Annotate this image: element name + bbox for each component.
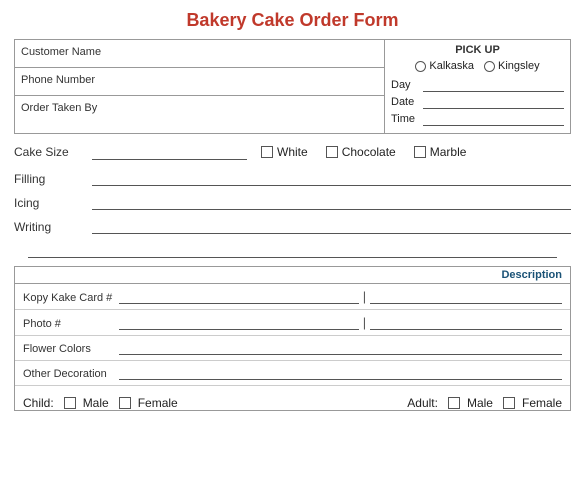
flower-colors-label: Flower Colors	[23, 343, 113, 355]
phone-number-label: Phone Number	[21, 74, 95, 86]
filling-label: Filling	[14, 172, 84, 186]
flower-colors-row: Flower Colors	[15, 336, 570, 361]
top-section: Customer Name Phone Number Order Taken B…	[14, 39, 571, 134]
chocolate-option[interactable]: Chocolate	[326, 145, 396, 159]
kingsley-option[interactable]: Kingsley	[484, 60, 540, 72]
other-deco-label: Other Decoration	[23, 368, 113, 380]
filling-input[interactable]	[92, 170, 571, 186]
date-label: Date	[391, 96, 423, 108]
photo-row: Photo # |	[15, 310, 570, 336]
other-deco-input[interactable]	[119, 366, 562, 380]
kopy-kake-input-left[interactable]	[119, 290, 359, 304]
adult-female-label: Female	[522, 396, 562, 410]
adult-male-checkbox[interactable]	[448, 397, 460, 409]
white-label: White	[277, 145, 308, 159]
top-left-fields: Customer Name Phone Number Order Taken B…	[15, 40, 385, 133]
time-field-row: Time	[391, 112, 564, 126]
writing-label: Writing	[14, 220, 84, 234]
adult-label: Adult:	[407, 396, 438, 410]
order-taken-row: Order Taken By	[15, 96, 384, 124]
time-input[interactable]	[423, 112, 564, 126]
marble-checkbox[interactable]	[414, 146, 426, 158]
cake-size-input[interactable]	[92, 144, 247, 160]
top-right-pickup: PICK UP Kalkaska Kingsley Day Date	[385, 40, 570, 133]
bottom-checkbox-row: Child: Male Female Adult: Male Female	[15, 390, 570, 410]
adult-male-label: Male	[467, 396, 493, 410]
flower-colors-input[interactable]	[119, 341, 562, 355]
kalkaska-radio[interactable]	[415, 61, 426, 72]
pickup-title: PICK UP	[391, 44, 564, 56]
day-label: Day	[391, 79, 423, 91]
cake-size-row: Cake Size White Chocolate Marble	[14, 144, 571, 160]
kopy-kake-input-right[interactable]	[370, 290, 562, 304]
date-input[interactable]	[423, 95, 564, 109]
white-option[interactable]: White	[261, 145, 308, 159]
kalkaska-label: Kalkaska	[429, 60, 474, 72]
child-label: Child:	[23, 396, 54, 410]
kopy-kake-row: Kopy Kake Card # |	[15, 284, 570, 310]
other-deco-row: Other Decoration	[15, 361, 570, 386]
cake-size-label: Cake Size	[14, 145, 84, 159]
time-label: Time	[391, 113, 423, 125]
pickup-locations: Kalkaska Kingsley	[391, 60, 564, 72]
white-checkbox[interactable]	[261, 146, 273, 158]
chocolate-checkbox[interactable]	[326, 146, 338, 158]
icing-label: Icing	[14, 196, 84, 210]
writing-extra-input[interactable]	[28, 242, 557, 258]
description-section: Description Kopy Kake Card # | Photo # |…	[14, 266, 571, 411]
filling-row: Filling	[14, 170, 571, 186]
child-male-option[interactable]: Male	[64, 396, 109, 410]
chocolate-label: Chocolate	[342, 145, 396, 159]
adult-male-option[interactable]: Male	[448, 396, 493, 410]
child-male-label: Male	[83, 396, 109, 410]
form-title: Bakery Cake Order Form	[14, 10, 571, 31]
kopy-divider: |	[363, 289, 366, 304]
kingsley-label: Kingsley	[498, 60, 540, 72]
order-taken-label: Order Taken By	[21, 102, 97, 114]
customer-name-row: Customer Name	[15, 40, 384, 68]
phone-number-row: Phone Number	[15, 68, 384, 96]
child-female-checkbox[interactable]	[119, 397, 131, 409]
child-female-label: Female	[138, 396, 178, 410]
kingsley-radio[interactable]	[484, 61, 495, 72]
date-field-row: Date	[391, 95, 564, 109]
marble-option[interactable]: Marble	[414, 145, 467, 159]
photo-label: Photo #	[23, 318, 113, 330]
adult-female-option[interactable]: Female	[503, 396, 562, 410]
cake-type-checkboxes: White Chocolate Marble	[261, 145, 466, 159]
day-field-row: Day	[391, 78, 564, 92]
child-male-checkbox[interactable]	[64, 397, 76, 409]
customer-name-label: Customer Name	[21, 46, 101, 58]
photo-input-left[interactable]	[119, 316, 359, 330]
icing-row: Icing	[14, 194, 571, 210]
writing-input[interactable]	[92, 218, 571, 234]
day-input[interactable]	[423, 78, 564, 92]
marble-label: Marble	[430, 145, 467, 159]
kalkaska-option[interactable]: Kalkaska	[415, 60, 474, 72]
child-female-option[interactable]: Female	[119, 396, 178, 410]
photo-input-right[interactable]	[370, 316, 562, 330]
kopy-kake-label: Kopy Kake Card #	[23, 292, 113, 304]
icing-input[interactable]	[92, 194, 571, 210]
photo-divider: |	[363, 315, 366, 330]
writing-row: Writing	[14, 218, 571, 234]
description-header: Description	[15, 267, 570, 284]
adult-female-checkbox[interactable]	[503, 397, 515, 409]
